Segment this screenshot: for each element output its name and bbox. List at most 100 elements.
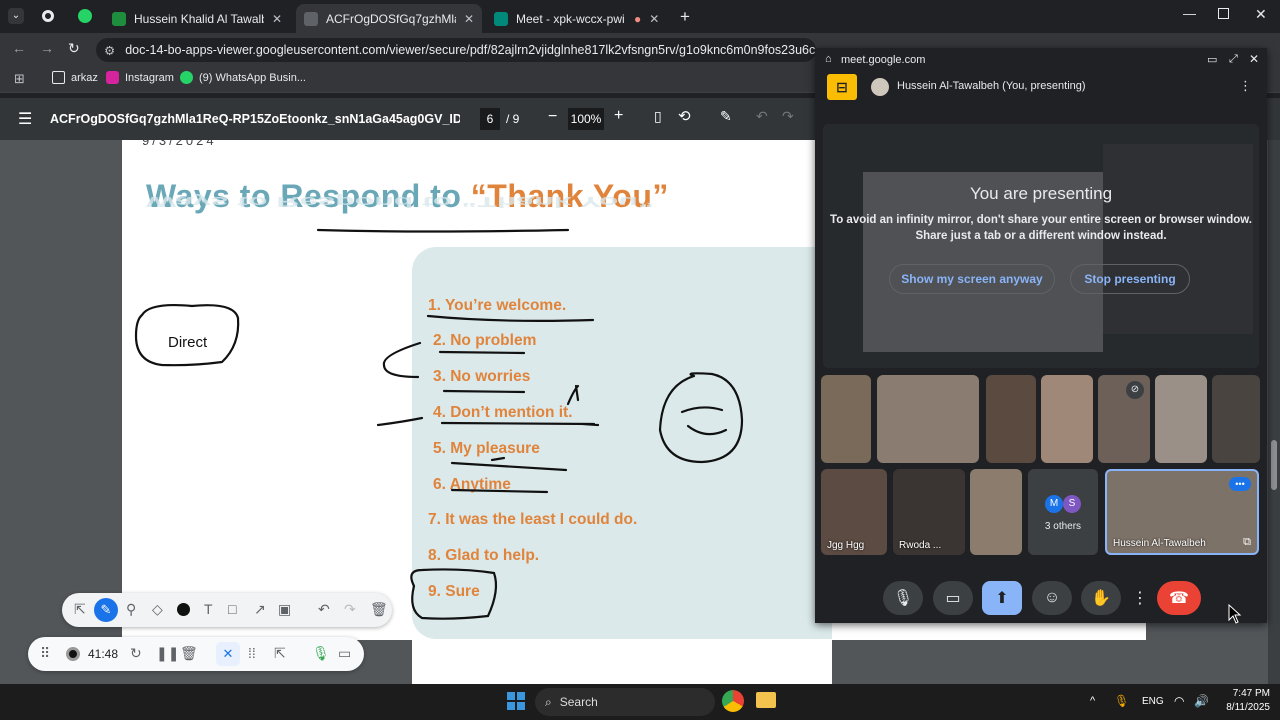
close-tab-icon[interactable]: ✕ <box>649 12 659 26</box>
participant-tile[interactable] <box>1155 375 1207 463</box>
present-icon[interactable]: ⊟ <box>827 74 857 100</box>
grid-icon[interactable]: ⁞⁞ <box>248 645 256 661</box>
zoom-in-icon[interactable]: + <box>614 107 623 125</box>
drag-handle-icon[interactable]: ⠿ <box>40 645 50 662</box>
apps-icon[interactable]: ⊞ <box>14 71 25 87</box>
redo-icon[interactable]: ↷ <box>344 601 356 618</box>
show-screen-anyway-button[interactable]: Show my screen anyway <box>889 264 1055 294</box>
close-window-icon[interactable]: ✕ <box>1255 6 1267 23</box>
pdf-scrollbar[interactable] <box>1268 140 1280 684</box>
fit-page-icon[interactable]: ▯ <box>654 108 662 125</box>
tab-search-icon[interactable]: ⌄ <box>8 8 24 24</box>
select-pointer-icon[interactable]: ⇱ <box>74 601 86 618</box>
participant-tile[interactable] <box>1041 375 1093 463</box>
chrome-icon[interactable] <box>722 690 744 712</box>
close-draw-icon[interactable]: ✕ <box>216 642 240 666</box>
others-tile[interactable]: M S 3 others <box>1028 469 1098 555</box>
close-pip-icon[interactable]: ✕ <box>1249 52 1259 66</box>
more-options-button[interactable]: ⋮ <box>1129 581 1151 615</box>
participant-tile[interactable]: Jgg Hgg <box>821 469 887 555</box>
zoom-input[interactable]: 100% <box>568 108 604 130</box>
menu-icon[interactable]: ☰ <box>18 109 32 129</box>
leave-call-button[interactable]: ☎ <box>1157 581 1201 615</box>
color-picker-icon[interactable] <box>177 603 190 616</box>
reload-icon[interactable]: ↻ <box>68 40 80 57</box>
language-indicator[interactable]: ENG <box>1142 696 1164 707</box>
pause-icon[interactable]: ❚❚ <box>156 645 179 662</box>
more-icon[interactable]: ••• <box>1229 477 1251 491</box>
shape-icon[interactable]: □ <box>228 601 236 617</box>
minimize-icon[interactable]: — <box>1183 6 1196 21</box>
volume-icon[interactable]: 🔊 <box>1194 694 1209 708</box>
rotate-icon[interactable]: ⟲ <box>678 107 691 125</box>
tab-pdf[interactable]: ACFrOgDOSfGq7gzhMla1ReQ-RP ✕ <box>296 4 482 33</box>
clock-date[interactable]: 8/11/2025 <box>1214 702 1270 713</box>
wifi-icon[interactable]: ◠ <box>1174 694 1184 708</box>
camera-button[interactable]: ▭ <box>933 581 973 615</box>
mic-icon[interactable]: 🎙 <box>312 645 330 662</box>
arrow-tool-icon[interactable]: ↗ <box>254 601 266 618</box>
eraser-icon[interactable]: ◇ <box>152 601 163 618</box>
raise-hand-button[interactable]: ✋ <box>1081 581 1121 615</box>
trash-icon[interactable]: 🗑 <box>180 645 198 662</box>
back-icon[interactable]: ← <box>12 40 26 56</box>
whatsapp-tab-icon[interactable] <box>78 9 92 23</box>
forward-icon[interactable]: → <box>40 40 54 56</box>
close-tab-icon[interactable]: ✕ <box>272 12 282 26</box>
participant-tile[interactable]: Rwoda ... <box>893 469 965 555</box>
windows-start-icon[interactable] <box>507 692 525 710</box>
annotate-icon[interactable]: ✎ <box>720 108 732 125</box>
stop-presenting-button[interactable]: Stop presenting <box>1070 264 1190 294</box>
title-underline <box>316 228 570 233</box>
bookmark-instagram[interactable]: Instagram <box>106 71 174 84</box>
back-to-tab-icon[interactable]: ▭ <box>1207 53 1217 66</box>
self-tile[interactable]: ••• Hussein Al-Tawalbeh ⧉ <box>1105 469 1259 555</box>
tray-expand-icon[interactable]: ^ <box>1090 695 1095 707</box>
participant-tile[interactable] <box>1212 375 1260 463</box>
meet-domain: meet.google.com <box>841 54 926 66</box>
file-explorer-icon[interactable] <box>756 692 776 708</box>
tab-sheets[interactable]: Hussein Khalid Al Tawalbeh - Go ✕ <box>104 4 290 33</box>
bookmark-whatsapp[interactable]: (9) WhatsApp Busin... <box>180 71 306 84</box>
new-tab-icon[interactable]: + <box>680 7 690 27</box>
tab-meet[interactable]: Meet - xpk-wccx-pwi ● ✕ <box>486 4 672 33</box>
underline-6 <box>450 488 549 494</box>
highlighter-icon[interactable]: ⚲ <box>126 601 136 618</box>
cursor-tool-icon[interactable]: ⇱ <box>274 645 286 662</box>
pen-icon[interactable]: ✎ <box>94 598 118 622</box>
crop-icon[interactable]: ⧉ <box>1243 536 1251 549</box>
participant-tile[interactable] <box>821 375 871 463</box>
bookmark-label: (9) WhatsApp Busin... <box>199 71 306 84</box>
expand-icon[interactable]: ⤢ <box>1229 53 1238 66</box>
participant-tile[interactable] <box>970 469 1022 555</box>
more-options-icon[interactable]: ⋮ <box>1239 78 1252 94</box>
zoom-out-icon[interactable]: − <box>548 108 557 126</box>
restart-icon[interactable]: ↻ <box>130 645 142 662</box>
maximize-icon[interactable] <box>1218 8 1229 19</box>
reactions-button[interactable]: ☺ <box>1032 581 1072 615</box>
site-info-icon[interactable]: ⚙ <box>104 43 115 58</box>
trash-icon[interactable]: 🗑 <box>370 601 388 618</box>
present-button[interactable]: ⬆ <box>982 581 1022 615</box>
taskbar-search[interactable]: ⌕ Search <box>535 688 715 716</box>
preview-overlay <box>823 124 1259 368</box>
page-number-input[interactable]: 6 <box>480 108 500 130</box>
undo-icon[interactable]: ↶ <box>756 108 768 125</box>
text-tool-icon[interactable]: T <box>204 601 213 617</box>
participant-tile[interactable] <box>986 375 1036 463</box>
address-bar[interactable]: ⚙ doc-14-bo-apps-viewer.googleuserconten… <box>96 38 816 62</box>
mouse-cursor-icon <box>1228 604 1242 624</box>
camera-icon[interactable]: ▭ <box>338 645 351 662</box>
bookmark-arkaz[interactable]: arkaz <box>52 71 98 84</box>
camera-icon: ▭ <box>945 590 961 607</box>
clock-time[interactable]: 7:47 PM <box>1226 688 1270 699</box>
image-icon[interactable]: ▣ <box>278 601 291 618</box>
mic-button[interactable]: 🎙 <box>883 581 923 615</box>
redo-icon[interactable]: ↷ <box>782 108 794 125</box>
recording-timer: 41:48 <box>88 647 119 661</box>
participant-tile[interactable] <box>877 375 979 463</box>
participant-tile[interactable]: ⊘ <box>1098 375 1150 463</box>
close-tab-icon[interactable]: ✕ <box>464 12 474 26</box>
undo-icon[interactable]: ↶ <box>318 601 330 618</box>
recording-tab-icon[interactable] <box>42 10 54 22</box>
